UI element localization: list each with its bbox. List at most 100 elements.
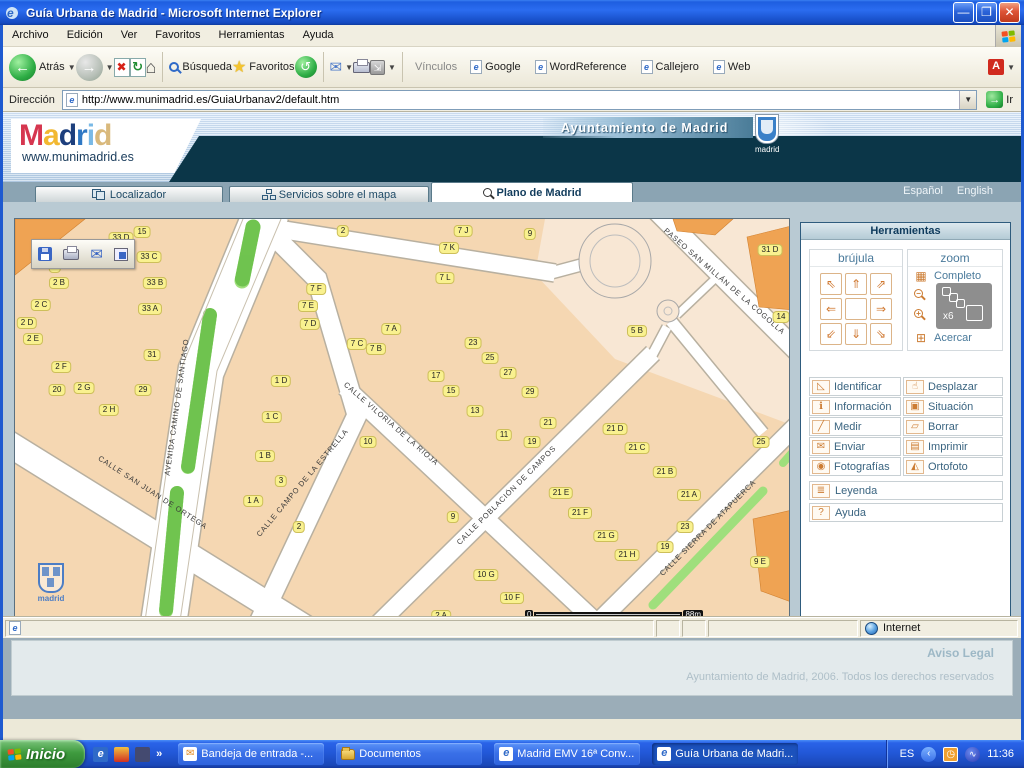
adobe-dropdown-icon[interactable]: ▼ xyxy=(1007,63,1015,72)
go-button[interactable]: → Ir xyxy=(982,91,1017,108)
maximize-button[interactable]: ❐ xyxy=(976,2,997,23)
address-input[interactable]: e http://www.munimadrid.es/GuiaUrbanav2/… xyxy=(62,90,977,110)
status-cell xyxy=(682,620,706,637)
tool-button[interactable]: ▤ Imprimir xyxy=(903,437,1003,456)
compass-arrow-button[interactable]: ⇐ xyxy=(820,298,842,320)
compass-arrow-button[interactable] xyxy=(845,298,867,320)
print-button[interactable] xyxy=(353,62,370,73)
mail-icon[interactable]: ✉ xyxy=(90,247,103,262)
zoom-in-icon[interactable]: + xyxy=(914,309,923,318)
task-icon xyxy=(341,749,355,760)
compass-arrow-button[interactable]: ⇖ xyxy=(820,273,842,295)
aviso-legal-link[interactable]: Aviso Legal xyxy=(927,646,994,660)
compass-arrow-button[interactable]: ⇙ xyxy=(820,323,842,345)
quicklaunch-icon[interactable] xyxy=(114,747,129,762)
forward-dropdown-icon[interactable]: ▼ xyxy=(106,63,114,72)
mail-icon: ✉ xyxy=(330,58,343,76)
tab-servicios[interactable]: Servicios sobre el mapa xyxy=(229,186,429,202)
tool-icon: ✉ xyxy=(812,440,830,454)
tool-button[interactable]: ▱ Borrar xyxy=(903,417,1003,436)
parcel-number-badge: 10 xyxy=(360,436,377,448)
link-item[interactable]: e Google xyxy=(470,60,520,74)
tool-button[interactable]: ╱ Medir xyxy=(809,417,901,436)
link-label: WordReference xyxy=(550,61,627,73)
lang-espanol-link[interactable]: Español xyxy=(903,185,943,197)
tool-button[interactable]: ℹ Información xyxy=(809,397,901,416)
minimize-button[interactable]: — xyxy=(953,2,974,23)
link-item[interactable]: e WordReference xyxy=(535,60,627,74)
compass-arrow-button[interactable]: ⇓ xyxy=(845,323,867,345)
link-item[interactable]: e Web xyxy=(713,60,750,74)
zoom-closer-icon[interactable]: ⊞ xyxy=(913,331,929,345)
tool-icon: ◺ xyxy=(812,380,830,394)
quicklaunch-overflow-icon[interactable]: » xyxy=(156,748,162,760)
link-item[interactable]: e Callejero xyxy=(641,60,699,74)
zoom-full-icon[interactable]: ▦ xyxy=(913,269,929,283)
back-button[interactable]: ← Atrás ▼ xyxy=(9,54,76,81)
language-indicator[interactable]: ES xyxy=(900,748,915,760)
back-dropdown-icon[interactable]: ▼ xyxy=(68,63,76,72)
quicklaunch-icon[interactable] xyxy=(135,747,150,762)
mail-button[interactable]: ✉ ▼ xyxy=(330,58,354,76)
tool-button-wide[interactable]: ≣ Leyenda xyxy=(809,481,1003,500)
ie-page-icon: e xyxy=(535,60,547,74)
tool-button[interactable]: ◭ Ortofoto xyxy=(903,457,1003,476)
start-button[interactable]: Inicio xyxy=(0,740,85,768)
banner-navy-band xyxy=(169,136,1021,182)
window-titlebar[interactable]: e Guía Urbana de Madrid - Microsoft Inte… xyxy=(0,0,1024,25)
ie-quicklaunch-icon[interactable]: e xyxy=(93,747,108,762)
print-icon[interactable] xyxy=(63,249,79,260)
lang-english-link[interactable]: English xyxy=(957,185,993,197)
compass-arrow-button[interactable]: ⇑ xyxy=(845,273,867,295)
print-preview-icon[interactable] xyxy=(114,248,128,261)
map-canvas[interactable]: AVENIDA CAMINO DE SANTIAGOCALLE SAN JUAN… xyxy=(15,219,789,621)
taskbar-task-button[interactable]: e Guía Urbana de Madri... xyxy=(652,743,798,765)
history-button[interactable]: ↺ xyxy=(295,56,317,78)
tab-plano-de-madrid[interactable]: Plano de Madrid xyxy=(431,182,633,202)
tool-button-wide[interactable]: ? Ayuda xyxy=(809,503,1003,522)
taskbar-task-button[interactable]: e Madrid EMV 16ª Conv... xyxy=(494,743,640,765)
madrid-logo[interactable]: Madrid www.munimadrid.es xyxy=(11,119,201,173)
edit-button[interactable]: ⇲ ▼ xyxy=(370,60,396,75)
menu-item[interactable]: Edición xyxy=(58,25,112,46)
tool-icon: ≣ xyxy=(812,484,830,498)
save-icon[interactable] xyxy=(38,247,52,261)
tool-button[interactable]: ◺ Identificar xyxy=(809,377,901,396)
adobe-pdf-button[interactable]: A ▼ xyxy=(988,59,1015,75)
home-button[interactable]: ⌂ xyxy=(146,57,157,78)
tool-button[interactable]: ☝ Desplazar xyxy=(903,377,1003,396)
parcel-number-badge: 3 xyxy=(275,475,287,487)
zoom-closer-label[interactable]: Acercar xyxy=(934,332,972,344)
menu-item[interactable]: Ayuda xyxy=(294,25,343,46)
zoom-full-label[interactable]: Completo xyxy=(934,270,981,282)
tool-button[interactable]: ◉ Fotografías xyxy=(809,457,901,476)
compass-arrow-button[interactable]: ⇒ xyxy=(870,298,892,320)
stop-button[interactable]: ✖ xyxy=(114,58,130,77)
tray-clock-icon[interactable]: ◷ xyxy=(943,747,958,762)
menu-item[interactable]: Favoritos xyxy=(146,25,209,46)
favorites-button[interactable]: ★ Favoritos xyxy=(232,57,295,77)
menu-item[interactable]: Archivo xyxy=(3,25,58,46)
menu-item[interactable]: Ver xyxy=(112,25,147,46)
menu-item[interactable]: Herramientas xyxy=(210,25,294,46)
forward-button[interactable]: → ▼ xyxy=(76,54,114,81)
compass-arrow-button[interactable]: ⇗ xyxy=(870,273,892,295)
task-icon: e xyxy=(499,747,513,761)
zoom-out-icon[interactable]: − xyxy=(914,289,923,298)
compass-arrow-button[interactable]: ⇘ xyxy=(870,323,892,345)
tool-button[interactable]: ✉ Enviar xyxy=(809,437,901,456)
parcel-number-badge: 7 F xyxy=(306,283,326,295)
refresh-button[interactable]: ↻ xyxy=(130,58,146,77)
tool-icon: ☝ xyxy=(906,380,924,394)
address-dropdown-icon[interactable]: ▼ xyxy=(959,91,976,109)
taskbar-task-button[interactable]: ✉ Bandeja de entrada -... xyxy=(178,743,324,765)
search-button[interactable]: Búsqueda xyxy=(169,61,232,73)
mail-dropdown-icon[interactable]: ▼ xyxy=(345,63,353,72)
tool-button[interactable]: ▣ Situación xyxy=(903,397,1003,416)
hide-icons-chevron-icon[interactable]: ‹ xyxy=(921,747,936,762)
close-button[interactable]: ✕ xyxy=(999,2,1020,23)
tray-network-icon[interactable]: ∿ xyxy=(965,747,980,762)
taskbar-task-button[interactable]: Documentos xyxy=(336,743,482,765)
tab-localizador[interactable]: Localizador xyxy=(35,186,223,202)
edit-dropdown-icon[interactable]: ▼ xyxy=(388,63,396,72)
